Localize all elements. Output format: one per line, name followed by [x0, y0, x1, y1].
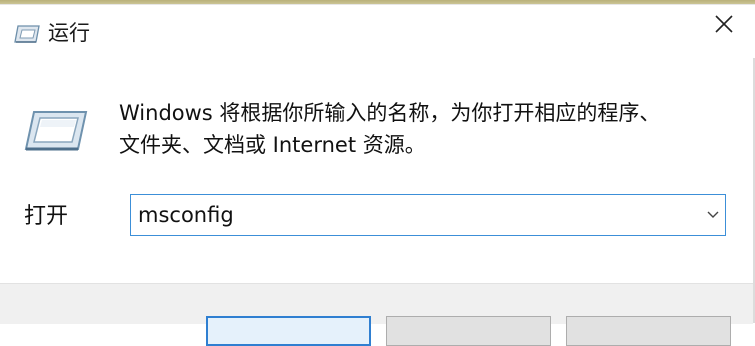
description-line-2: 文件夹、文档或 Internet 资源。	[119, 133, 426, 157]
window-title: 运行	[48, 21, 90, 45]
chevron-down-icon[interactable]	[703, 205, 723, 225]
run-dialog-icon	[22, 107, 88, 155]
browse-button[interactable]	[566, 316, 731, 346]
cancel-button[interactable]	[386, 316, 551, 346]
description-line-1: Windows 将根据你所输入的名称，为你打开相应的程序、	[119, 101, 661, 125]
open-input[interactable]	[138, 195, 698, 235]
close-button[interactable]	[699, 5, 749, 47]
dialog-body	[0, 58, 755, 283]
run-icon	[14, 23, 40, 45]
open-combobox[interactable]	[130, 194, 726, 236]
ok-button[interactable]	[206, 316, 371, 346]
dialog-description: Windows 将根据你所输入的名称，为你打开相应的程序、 文件夹、文档或 In…	[119, 97, 729, 161]
close-icon	[713, 13, 735, 39]
open-label: 打开	[24, 204, 69, 229]
title-bar[interactable]: 运行	[0, 5, 755, 58]
